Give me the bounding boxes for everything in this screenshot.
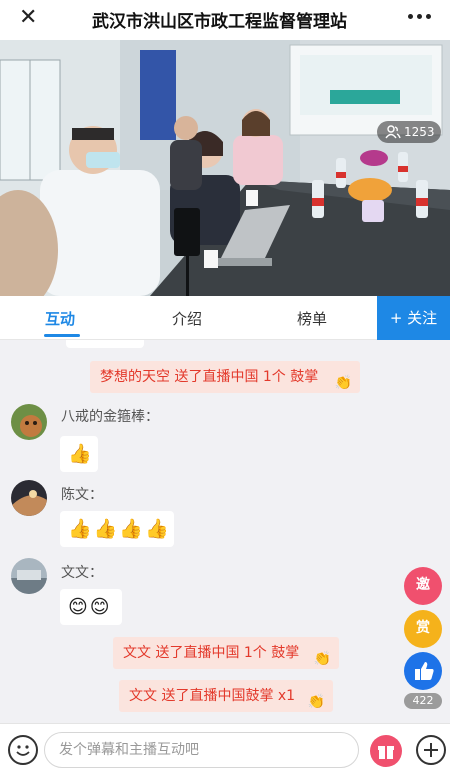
tab-leaderboard[interactable]: 榜单 xyxy=(297,308,327,329)
invite-label: 邀 xyxy=(416,577,430,593)
username: 八戒的金箍棒： xyxy=(61,409,159,425)
clapping-hands-icon: 👏 xyxy=(334,375,352,391)
tab-interaction[interactable]: 互动 xyxy=(45,308,75,329)
username: 陈文： xyxy=(61,487,103,503)
invite-button[interactable]: 邀 xyxy=(404,567,442,605)
gift-icon[interactable] xyxy=(370,735,402,767)
people-icon xyxy=(385,125,401,139)
plus-icon[interactable] xyxy=(416,735,446,765)
meeting-room-video-frame xyxy=(0,40,450,296)
like-count: 422 xyxy=(404,693,442,709)
gift-message: 文文 送了直播中国 1个 鼓掌 👏 xyxy=(113,637,339,669)
gift-message-text: 梦想的天空 送了直播中国 1个 鼓掌 xyxy=(100,369,319,385)
gift-message-text: 文文 送了直播中国鼓掌 x1 xyxy=(129,688,296,704)
username: 文文： xyxy=(61,565,103,581)
live-video[interactable]: 1253 xyxy=(0,40,450,296)
close-icon[interactable]: ✕ xyxy=(19,6,37,30)
message-bubble: 😊😊 xyxy=(60,589,122,625)
gift-message: 梦想的天空 送了直播中国 1个 鼓掌 👏 xyxy=(90,361,360,393)
clapping-hands-icon: 👏 xyxy=(313,651,331,667)
tab-introduction[interactable]: 介绍 xyxy=(172,308,202,329)
avatar[interactable] xyxy=(11,404,47,440)
thumbs-up-icon xyxy=(415,662,434,680)
active-tab-underline xyxy=(44,334,80,337)
avatar[interactable] xyxy=(11,480,47,516)
scrolled-message-bubble xyxy=(66,340,144,348)
comment-input[interactable]: 发个弹幕和主播互动吧 xyxy=(44,732,359,768)
bottom-bar: 发个弹幕和主播互动吧 xyxy=(0,723,450,777)
emoji-icon[interactable] xyxy=(8,735,38,765)
more-options-icon[interactable] xyxy=(408,14,432,20)
chat-list[interactable]: 梦想的天空 送了直播中国 1个 鼓掌 👏 八戒的金箍棒： 👍 陈文： 👍👍👍👍 … xyxy=(0,340,450,723)
page-title: 武汉市洪山区市政工程监督管理站 xyxy=(92,12,347,32)
avatar[interactable] xyxy=(11,558,47,594)
reward-button[interactable]: 赏 xyxy=(404,610,442,648)
follow-button[interactable]: + 关注 xyxy=(377,296,450,340)
viewer-count: 1253 xyxy=(404,125,435,139)
message-bubble: 👍 xyxy=(60,436,98,472)
like-button[interactable] xyxy=(404,652,442,690)
message-bubble: 👍👍👍👍 xyxy=(60,511,174,547)
top-bar: ✕ 武汉市洪山区市政工程监督管理站 xyxy=(0,0,450,40)
smiley-icon: 😊😊 xyxy=(68,596,112,618)
thumbs-up-icon: 👍 xyxy=(68,443,92,465)
viewer-count-badge: 1253 xyxy=(377,121,441,143)
thumbs-up-icon: 👍👍👍👍 xyxy=(68,518,171,540)
gift-message-text: 文文 送了直播中国 1个 鼓掌 xyxy=(123,645,300,661)
reward-label: 赏 xyxy=(416,620,430,636)
gift-message: 文文 送了直播中国鼓掌 x1 👏 xyxy=(119,680,333,712)
clapping-hands-icon: 👏 xyxy=(307,694,325,710)
